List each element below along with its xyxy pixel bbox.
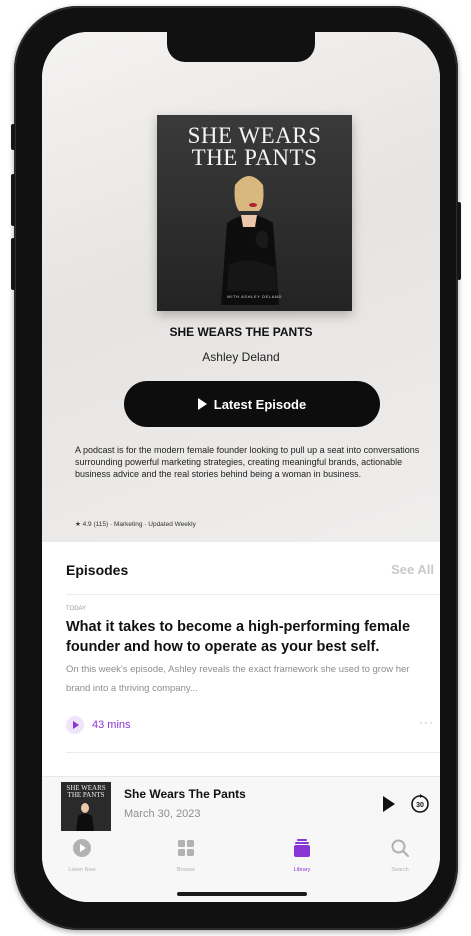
tab-browse[interactable]: Browse: [146, 838, 226, 873]
host-portrait-image: [221, 176, 279, 305]
mini-host-portrait-image: [76, 803, 94, 831]
latest-episode-button[interactable]: Latest Episode: [124, 381, 380, 427]
mini-player-title: She Wears The Pants: [124, 787, 246, 801]
podcast-description: A podcast is for the modern female found…: [75, 445, 420, 479]
tab-listen-now[interactable]: Listen Now: [42, 838, 122, 873]
phone-screen: SHE WEARS THE PANTS WITH ASHLEY DELAND S…: [42, 32, 440, 902]
play-icon: [197, 398, 207, 410]
home-indicator[interactable]: [177, 892, 307, 896]
silent-switch: [11, 124, 15, 150]
volume-up-button: [11, 174, 15, 226]
episode-description: On this week's episode, Ashley reveals t…: [66, 664, 410, 694]
library-icon: [294, 839, 310, 857]
latest-episode-label: Latest Episode: [213, 396, 307, 412]
episodes-section: Episodes See All TODAY What it takes to …: [42, 542, 440, 782]
tab-library[interactable]: Library: [262, 838, 342, 873]
podcast-artwork[interactable]: SHE WEARS THE PANTS WITH ASHLEY DELAND: [157, 115, 352, 311]
podcast-header: SHE WEARS THE PANTS WITH ASHLEY DELAND S…: [42, 32, 440, 542]
more-options-icon[interactable]: ···: [419, 715, 434, 729]
play-icon: [73, 721, 79, 729]
divider: [66, 594, 440, 595]
tab-label: Search: [391, 867, 409, 873]
tab-label: Browse: [176, 867, 196, 873]
skip-forward-30-icon[interactable]: 30: [410, 792, 430, 814]
power-button: [457, 202, 461, 280]
play-circle-icon: [73, 839, 91, 857]
see-all-link[interactable]: See All: [391, 562, 434, 577]
divider: [66, 752, 440, 753]
volume-down-button: [11, 238, 15, 290]
podcast-author[interactable]: Ashley Deland: [42, 350, 440, 364]
episode-date: TODAY: [66, 606, 87, 612]
podcast-meta: ★ 4.9 (115) · Marketing · Updated Weekly: [75, 521, 196, 528]
tab-label: Listen Now: [68, 867, 96, 873]
episode-title[interactable]: What it takes to become a high-performin…: [66, 617, 436, 657]
grid-icon: [178, 840, 194, 856]
skip-label: 30: [416, 802, 424, 809]
tab-label: Library: [293, 867, 311, 873]
episodes-header: Episodes: [66, 562, 129, 578]
tab-search[interactable]: Search: [360, 838, 440, 873]
artwork-byline: WITH ASHLEY DELAND: [227, 294, 282, 299]
mini-player-date: March 30, 2023: [124, 808, 201, 820]
search-icon: [391, 839, 410, 858]
podcast-title: SHE WEARS THE PANTS: [169, 325, 313, 339]
episode-duration: 43 mins: [92, 719, 131, 731]
play-button[interactable]: [383, 796, 395, 812]
mini-player[interactable]: SHE WEARS THE PANTS She Wears The Pants …: [42, 776, 440, 833]
notch: [167, 32, 315, 62]
mini-player-artwork: SHE WEARS THE PANTS: [61, 782, 111, 831]
episode-play-button[interactable]: [66, 716, 84, 734]
